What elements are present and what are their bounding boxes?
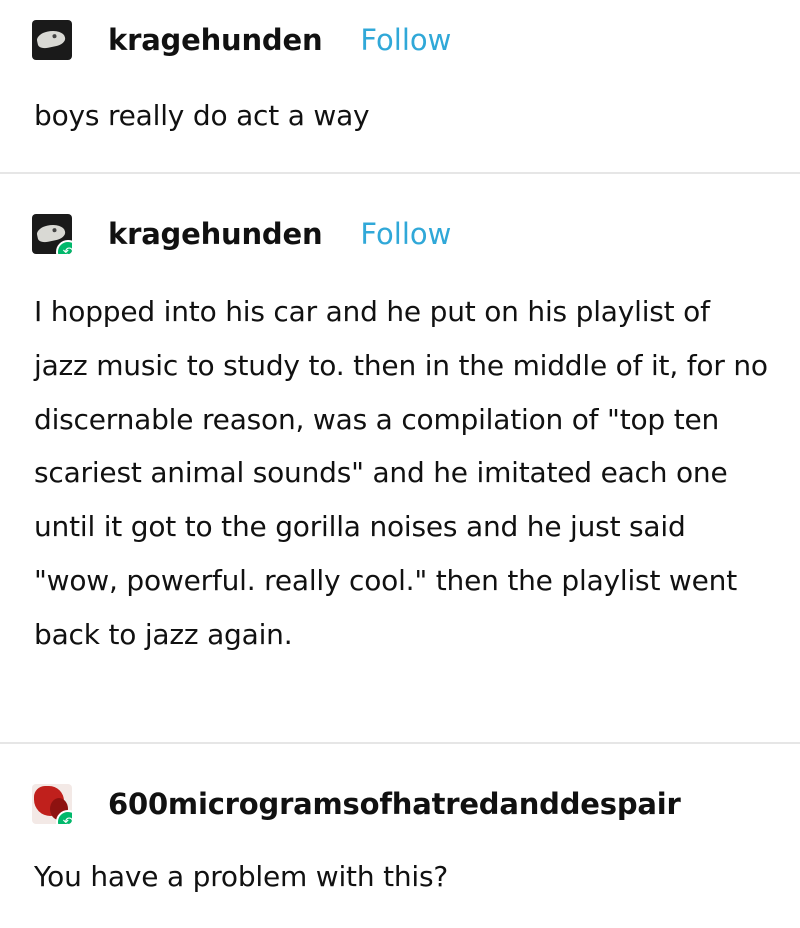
skull-icon bbox=[35, 28, 67, 50]
post-header: kragehunden Follow bbox=[32, 20, 451, 60]
username[interactable]: kragehunden bbox=[108, 217, 323, 251]
follow-button[interactable]: Follow bbox=[360, 217, 451, 251]
post-body: I hopped into his car and he put on his … bbox=[34, 295, 768, 651]
post: ⟲ kragehunden Follow I hopped into his c… bbox=[0, 190, 800, 730]
post: kragehunden Follow boys really do act a … bbox=[0, 0, 800, 170]
post-body: boys really do act a way bbox=[34, 99, 370, 132]
username[interactable]: kragehunden bbox=[108, 23, 323, 57]
divider bbox=[0, 742, 800, 744]
avatar[interactable] bbox=[32, 20, 72, 60]
follow-button[interactable]: Follow bbox=[360, 23, 451, 57]
divider bbox=[0, 172, 800, 174]
post: ⟲ 600microgramsofhatredanddespair You ha… bbox=[0, 760, 800, 928]
avatar[interactable]: ⟲ bbox=[32, 214, 72, 254]
post-header: ⟲ kragehunden Follow bbox=[32, 214, 451, 254]
post-body: You have a problem with this? bbox=[34, 860, 449, 893]
reblog-icon: ⟲ bbox=[56, 240, 72, 254]
post-header: ⟲ 600microgramsofhatredanddespair bbox=[32, 784, 681, 824]
avatar[interactable]: ⟲ bbox=[32, 784, 72, 824]
username[interactable]: 600microgramsofhatredanddespair bbox=[108, 787, 681, 821]
